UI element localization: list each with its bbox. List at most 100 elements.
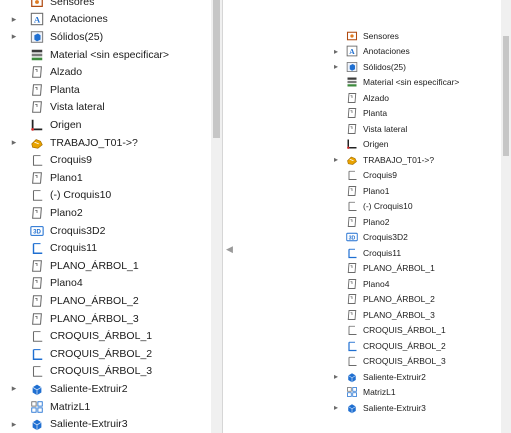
- expand-arrow-icon[interactable]: ▸: [332, 372, 340, 381]
- tree-item-left[interactable]: CROQUIS_ÁRBOL_1: [10, 327, 152, 345]
- tree-item-left[interactable]: Plano2: [10, 204, 83, 222]
- tree-item-label: Plano2: [363, 216, 390, 227]
- sketch-selected-icon: [30, 241, 44, 255]
- sketch-icon: [30, 329, 44, 343]
- tree-item-left[interactable]: CROQUIS_ÁRBOL_2: [10, 345, 152, 363]
- tree-item-label: Plano2: [50, 206, 83, 219]
- expand-arrow-icon[interactable]: ▸: [332, 155, 340, 164]
- tree-item-right[interactable]: Origen: [332, 137, 389, 153]
- tree-item-right[interactable]: Plano4: [332, 276, 389, 292]
- expand-arrow-icon[interactable]: ▸: [332, 403, 340, 412]
- tree-item-right[interactable]: CROQUIS_ÁRBOL_3: [332, 354, 446, 370]
- tree-item-right[interactable]: Croquis9: [332, 168, 397, 184]
- tree-item-right[interactable]: MatrizL1: [332, 385, 396, 401]
- plane-icon: [30, 171, 44, 185]
- vertical-scrollbar-left[interactable]: [211, 0, 222, 433]
- plane-icon: [346, 262, 358, 274]
- tree-item-label: CROQUIS_ÁRBOL_2: [363, 340, 446, 351]
- tree-item-right[interactable]: PLANO_ÁRBOL_2: [332, 292, 435, 308]
- extrude-icon: [30, 382, 44, 396]
- tree-item-right[interactable]: ▸ Saliente-Extruir3: [332, 400, 426, 416]
- extrude-icon: [346, 402, 358, 414]
- expand-arrow-icon[interactable]: ▸: [10, 383, 18, 394]
- tree-item-label: MatrizL1: [363, 387, 396, 398]
- svg-text:3D: 3D: [33, 228, 41, 235]
- sensors-icon: [346, 30, 358, 42]
- tree-item-right[interactable]: Croquis11: [332, 245, 401, 261]
- tree-item-left[interactable]: Vista lateral: [10, 99, 105, 117]
- tree-item-left[interactable]: Alzado: [10, 63, 82, 81]
- tree-item-left[interactable]: ▸ Saliente-Extruir3: [10, 415, 128, 433]
- collapse-arrow-icon[interactable]: ◀: [226, 244, 233, 255]
- tree-item-left[interactable]: PLANO_ÁRBOL_3: [10, 310, 139, 328]
- tree-item-right[interactable]: Material <sin especificar>: [332, 75, 459, 91]
- tree-item-left[interactable]: 3D Croquis3D2: [10, 222, 105, 240]
- tree-item-right[interactable]: (-) Croquis10: [332, 199, 413, 215]
- tree-item-right[interactable]: 3D Croquis3D2: [332, 230, 408, 246]
- tree-item-left[interactable]: Croquis9: [10, 151, 92, 169]
- tree-item-right[interactable]: Planta: [332, 106, 387, 122]
- tree-item-left[interactable]: Origen: [10, 116, 82, 134]
- tree-item-right[interactable]: CROQUIS_ÁRBOL_2: [332, 338, 446, 354]
- scrollbar-thumb-right[interactable]: [503, 36, 509, 156]
- tree-item-label: (-) Croquis10: [363, 201, 413, 212]
- tree-item-label: CROQUIS_ÁRBOL_3: [50, 365, 153, 378]
- tree-item-label: CROQUIS_ÁRBOL_3: [363, 356, 446, 367]
- origin-icon: [346, 138, 358, 150]
- tree-item-label: Planta: [363, 108, 388, 119]
- expand-arrow-icon[interactable]: ▸: [10, 14, 18, 25]
- tree-item-right[interactable]: ▸ TRABAJO_T01->?: [332, 152, 434, 168]
- tree-item-label: Vista lateral: [363, 123, 408, 134]
- vertical-scrollbar-right[interactable]: [501, 0, 511, 433]
- tree-item-right[interactable]: Sensores: [332, 28, 399, 44]
- plane-icon: [30, 65, 44, 79]
- tree-item-left[interactable]: Material <sin especificar>: [10, 46, 169, 64]
- sketch-icon: [30, 153, 44, 167]
- tree-item-label: PLANO_ÁRBOL_1: [50, 259, 139, 272]
- tree-item-left[interactable]: ▸ Saliente-Extruir2: [10, 380, 128, 398]
- tree-item-left[interactable]: ▸ A Anotaciones: [10, 11, 108, 29]
- tree-item-left[interactable]: (-) Croquis10: [10, 187, 111, 205]
- tree-item-left[interactable]: PLANO_ÁRBOL_1: [10, 257, 139, 275]
- tree-item-label: Saliente-Extruir2: [363, 371, 426, 382]
- tree-item-label: Planta: [50, 83, 80, 96]
- tree-item-label: Sólidos(25): [50, 30, 104, 43]
- tree-item-left[interactable]: CROQUIS_ÁRBOL_3: [10, 363, 152, 381]
- tree-item-label: Saliente-Extruir3: [363, 402, 426, 413]
- tree-item-right[interactable]: Alzado: [332, 90, 389, 106]
- sketch-selected-icon: [346, 247, 358, 259]
- tree-item-left[interactable]: Sensores: [10, 0, 94, 11]
- tree-item-left[interactable]: MatrizL1: [10, 398, 90, 416]
- tree-item-right[interactable]: PLANO_ÁRBOL_3: [332, 307, 435, 323]
- tree-item-right[interactable]: Plano1: [332, 183, 389, 199]
- origin-icon: [30, 118, 44, 132]
- tree-item-left[interactable]: Croquis11: [10, 239, 97, 257]
- annotations-icon: A: [30, 12, 44, 26]
- expand-arrow-icon[interactable]: ▸: [10, 419, 18, 430]
- tree-item-right[interactable]: Plano2: [332, 214, 389, 230]
- plane-icon: [346, 123, 358, 135]
- tree-item-label: Sensores: [363, 30, 399, 41]
- plane-icon: [30, 83, 44, 97]
- expand-arrow-icon[interactable]: ▸: [10, 31, 18, 42]
- extrude-icon: [346, 371, 358, 383]
- expand-arrow-icon[interactable]: ▸: [332, 62, 340, 71]
- tree-item-left[interactable]: ▸ Sólidos(25): [10, 28, 103, 46]
- part-folder-icon: [30, 136, 44, 150]
- tree-item-right[interactable]: CROQUIS_ÁRBOL_1: [332, 323, 446, 339]
- tree-item-left[interactable]: PLANO_ÁRBOL_2: [10, 292, 139, 310]
- tree-item-right[interactable]: PLANO_ÁRBOL_1: [332, 261, 435, 277]
- expand-arrow-icon[interactable]: ▸: [10, 137, 18, 148]
- tree-item-right[interactable]: Vista lateral: [332, 121, 407, 137]
- scrollbar-thumb-left[interactable]: [213, 0, 220, 138]
- plane-icon: [30, 312, 44, 326]
- tree-item-right[interactable]: ▸ A Anotaciones: [332, 44, 410, 60]
- plane-icon: [30, 294, 44, 308]
- tree-item-right[interactable]: ▸ Saliente-Extruir2: [332, 369, 426, 385]
- tree-item-left[interactable]: ▸ TRABAJO_T01->?: [10, 134, 138, 152]
- expand-arrow-icon[interactable]: ▸: [332, 47, 340, 56]
- tree-item-left[interactable]: Plano4: [10, 275, 83, 293]
- tree-item-right[interactable]: ▸ Sólidos(25): [332, 59, 406, 75]
- tree-item-left[interactable]: Planta: [10, 81, 80, 99]
- tree-item-left[interactable]: Plano1: [10, 169, 83, 187]
